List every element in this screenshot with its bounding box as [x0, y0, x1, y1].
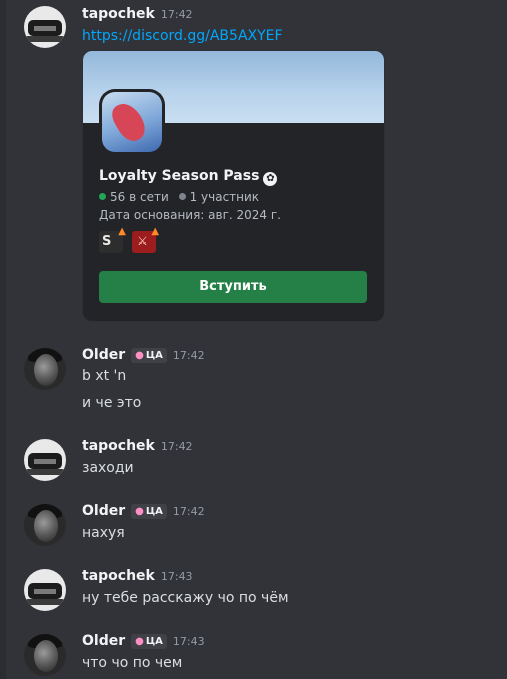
members-dot-icon — [178, 193, 186, 200]
avatar[interactable] — [24, 569, 66, 611]
timestamp: 17:42 — [172, 505, 205, 518]
server-invite-card: Loyalty Season Pass ✿ 56 в сети 1 участни… — [82, 50, 385, 322]
message-text: заходи — [82, 460, 134, 476]
online-dot-icon — [99, 193, 106, 200]
role-tag: ● ЦА — [131, 348, 167, 363]
timestamp: 17:43 — [160, 570, 193, 583]
message-text: что чо по чем — [82, 655, 183, 671]
avatar[interactable] — [24, 6, 66, 48]
username[interactable]: Older ● ЦА 17:43 — [82, 633, 205, 649]
avatar[interactable] — [24, 439, 66, 481]
mushroom-icon: ● — [135, 636, 144, 647]
avatar[interactable] — [24, 634, 66, 676]
username[interactable]: tapochek 17:42 — [82, 438, 193, 454]
server-icon[interactable] — [99, 89, 165, 155]
timestamp: 17:42 — [160, 440, 193, 453]
role-tag: ● ЦА — [131, 504, 167, 519]
message-text: и че это — [82, 395, 142, 411]
join-button[interactable]: Вступить — [99, 271, 367, 303]
invite-link[interactable]: https://discord.gg/AB5AXYEF — [82, 28, 283, 44]
avatar[interactable] — [24, 504, 66, 546]
role-tag: ● ЦА — [131, 634, 167, 649]
username[interactable]: tapochek 17:42 — [82, 6, 193, 22]
mushroom-icon: ● — [135, 506, 144, 517]
founded-date: Дата основания: авг. 2024 г. — [99, 208, 281, 222]
username[interactable]: Older ● ЦА 17:42 — [82, 503, 205, 519]
server-emoji-icon: S ▲ — [99, 226, 126, 253]
message-text: нахуя — [82, 525, 125, 541]
timestamp: 17:42 — [160, 8, 193, 21]
server-emoji-icon: ⚔ ▲ — [132, 226, 159, 253]
timestamp: 17:43 — [172, 635, 205, 648]
server-emoji-row: S ▲ ⚔ ▲ — [99, 226, 160, 253]
username[interactable]: Older ● ЦА 17:42 — [82, 347, 205, 363]
message-text: ну тебе расскажу чо по чём — [82, 590, 289, 606]
username[interactable]: tapochek 17:43 — [82, 568, 193, 584]
avatar[interactable] — [24, 348, 66, 390]
verified-badge-icon: ✿ — [263, 172, 278, 186]
timestamp: 17:42 — [172, 349, 205, 362]
online-count: 56 в сети — [110, 190, 169, 204]
server-stats: 56 в сети 1 участник — [99, 190, 259, 204]
message-text: b xt 'n — [82, 368, 127, 384]
server-name: Loyalty Season Pass ✿ — [99, 168, 278, 186]
mushroom-icon: ● — [135, 350, 144, 361]
channel-rail — [0, 0, 6, 679]
member-count: 1 участник — [189, 190, 260, 204]
